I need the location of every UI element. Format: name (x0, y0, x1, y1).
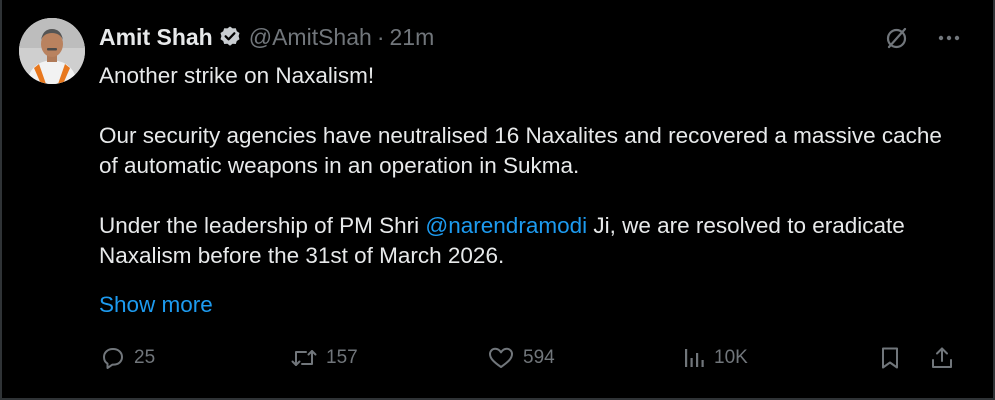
tweet-text: Another strike on Naxalism! Our security… (99, 61, 959, 271)
tweet-paragraph-2: Our security agencies have neutralised 1… (99, 123, 942, 178)
like-count: 594 (523, 347, 555, 368)
avatar-image (19, 18, 85, 84)
tweet-paragraph-3-start: Under the leadership of PM Shri (99, 213, 426, 238)
repost-count: 157 (326, 347, 358, 368)
views-icon (682, 345, 706, 371)
views-count: 10K (714, 347, 748, 368)
bookmark-button[interactable] (877, 342, 903, 374)
tweet-paragraph-3: Under the leadership of PM Shri @narendr… (99, 211, 959, 271)
share-icon (929, 345, 955, 371)
bookmark-icon (877, 345, 903, 371)
share-button[interactable] (929, 342, 955, 374)
reply-button[interactable]: 25 (100, 342, 155, 374)
reply-count: 25 (134, 347, 156, 368)
like-icon (487, 345, 515, 371)
user-handle[interactable]: @AmitShah (249, 24, 372, 51)
timestamp[interactable]: 21m (389, 24, 434, 51)
verified-badge-icon (218, 25, 242, 49)
display-name[interactable]: Amit Shah (99, 24, 213, 51)
avatar[interactable] (19, 18, 85, 84)
mention-link[interactable]: @narendramodi (425, 213, 587, 238)
tweet-header: Amit Shah @AmitShah · 21m (99, 22, 434, 52)
repost-icon (290, 345, 318, 371)
grok-icon[interactable] (883, 24, 911, 52)
more-icon[interactable] (935, 24, 963, 52)
views-button[interactable]: 10K (682, 342, 748, 374)
separator-dot: · (376, 23, 385, 50)
tweet-card[interactable]: Amit Shah @AmitShah · 21m Another strike… (0, 0, 995, 400)
show-more-link[interactable]: Show more (99, 290, 213, 320)
tweet-line-1: Another strike on Naxalism! (99, 63, 375, 88)
like-button[interactable]: 594 (487, 342, 555, 374)
repost-button[interactable]: 157 (290, 342, 358, 374)
tweet-top-actions (883, 24, 963, 52)
reply-icon (100, 345, 126, 371)
